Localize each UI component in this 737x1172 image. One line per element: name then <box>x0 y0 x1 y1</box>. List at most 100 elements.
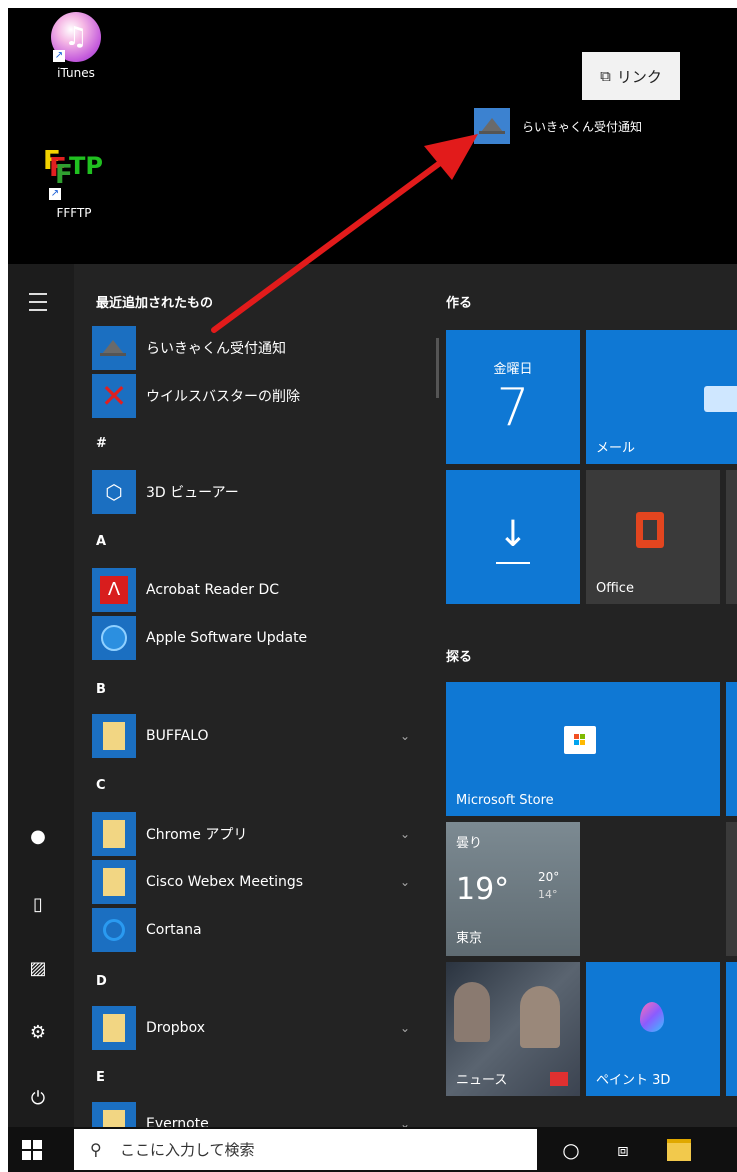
itunes-desktop-icon[interactable]: ♫ ↗ iTunes <box>36 12 116 80</box>
paint-drop-icon <box>640 1002 664 1032</box>
calendar-day: 金曜日 <box>493 362 533 377</box>
section-header[interactable]: D <box>96 974 107 989</box>
tile-group-label[interactable]: 作る <box>446 292 472 311</box>
windows-start-icon[interactable] <box>22 1140 42 1160</box>
folder-icon <box>92 714 136 758</box>
folder-icon <box>92 1102 136 1127</box>
search-box[interactable]: ⚲ ここに入力して検索 <box>74 1129 537 1170</box>
store-tile-label: Microsoft Store <box>456 793 554 808</box>
link-button[interactable]: ⧉ リンク <box>582 52 680 100</box>
store-bag-icon <box>564 726 596 754</box>
news-badge-icon <box>550 1072 568 1086</box>
weather-tile[interactable]: 曇り 19° 20° 14° 東京 <box>446 822 580 956</box>
dragged-shortcut-label: らいきゃくん受付通知 <box>522 119 643 134</box>
user-icon[interactable]: ● <box>22 820 54 852</box>
app-folder[interactable]: Evernote ⌄ <box>92 1102 432 1127</box>
app-item[interactable]: Apple Software Update <box>92 616 432 660</box>
power-icon[interactable]: ⏻ <box>22 1082 54 1114</box>
app-item[interactable]: Cortana <box>92 908 432 952</box>
calendar-date: 7 <box>496 378 530 438</box>
download-underline <box>496 562 530 564</box>
section-header[interactable]: C <box>96 778 106 793</box>
news-tile-label: ニュース <box>456 1073 508 1088</box>
cortana-circle-icon[interactable]: ○ <box>556 1135 586 1165</box>
app-label: Cortana <box>146 922 202 938</box>
app-item[interactable]: ᐱ Acrobat Reader DC <box>92 568 432 612</box>
tile-group-label[interactable]: 探る <box>446 646 472 665</box>
start-menu: ● ▯ ▨ ⚙ ⏻ 最近追加されたもの らいきゃくん受付通知 ✕ ウイルスバスタ… <box>8 264 737 1127</box>
weather-high: 20° <box>538 870 560 884</box>
weather-condition: 曇り <box>456 836 483 851</box>
tile-edge[interactable] <box>726 470 737 604</box>
search-placeholder: ここに入力して検索 <box>120 1141 255 1159</box>
start-rail: ● ▯ ▨ ⚙ ⏻ <box>8 264 74 1127</box>
x-icon: ✕ <box>92 374 136 418</box>
shortcut-arrow-icon: ↗ <box>49 188 61 200</box>
tile-edge[interactable] <box>726 822 737 956</box>
app-folder[interactable]: Chrome アプリ ⌄ <box>92 812 432 856</box>
hamburger-menu-icon[interactable] <box>22 286 54 318</box>
download-arrow-icon: ↓ <box>497 514 529 555</box>
mail-tile[interactable]: メール <box>586 330 737 464</box>
section-header[interactable]: A <box>96 534 106 549</box>
paint3d-tile-label: ペイント 3D <box>596 1073 671 1088</box>
search-icon: ⚲ <box>90 1140 102 1159</box>
calendar-tile[interactable]: 金曜日 7 <box>446 330 580 464</box>
recently-added-heading: 最近追加されたもの <box>96 296 214 311</box>
mail-envelope-icon <box>704 386 737 412</box>
folder-icon <box>92 860 136 904</box>
download-tile[interactable]: ↓ <box>446 470 580 604</box>
news-photo <box>454 982 490 1042</box>
settings-gear-icon[interactable]: ⚙ <box>22 1016 54 1048</box>
ffftp-desktop-icon[interactable]: F F F TP ↗ FFFTP <box>34 146 114 220</box>
folder-icon <box>92 1006 136 1050</box>
app-label: Chrome アプリ <box>146 827 248 843</box>
section-header[interactable]: E <box>96 1070 105 1085</box>
app-icon <box>474 108 510 144</box>
store-tile[interactable]: Microsoft Store <box>446 682 720 816</box>
app-label: Acrobat Reader DC <box>146 582 279 598</box>
news-photo <box>520 986 560 1048</box>
app-folder[interactable]: Cisco Webex Meetings ⌄ <box>92 860 432 904</box>
app-list: 最近追加されたもの らいきゃくん受付通知 ✕ ウイルスバスターの削除 # ⬡ 3… <box>74 264 436 1127</box>
office-tile-label: Office <box>596 581 634 596</box>
itunes-icon: ♫ ↗ <box>51 12 101 62</box>
ffftp-label: FFFTP <box>56 206 92 220</box>
chevron-down-icon: ⌄ <box>399 1117 410 1127</box>
app-icon <box>92 326 136 370</box>
cortana-icon <box>92 908 136 952</box>
app-label: BUFFALO <box>146 728 209 744</box>
app-label: Cisco Webex Meetings <box>146 874 304 890</box>
link-button-label: リンク <box>616 67 662 86</box>
document-icon[interactable]: ▯ <box>22 888 54 920</box>
app-folder[interactable]: BUFFALO ⌄ <box>92 714 432 758</box>
apple-update-icon <box>92 616 136 660</box>
link-icon: ⧉ <box>600 67 611 85</box>
weather-temp: 19° <box>456 872 510 907</box>
weather-city: 東京 <box>456 931 483 946</box>
shortcut-arrow-icon: ↗ <box>53 50 65 62</box>
app-item[interactable]: らいきゃくん受付通知 <box>92 326 432 370</box>
app-item[interactable]: ✕ ウイルスバスターの削除 <box>92 374 432 418</box>
taskbar: ⚲ ここに入力して検索 ○ ⧈ <box>8 1127 737 1172</box>
desktop: ♫ ↗ iTunes F F F TP ↗ FFFTP ⧉ リンク らいきゃくん受付通知 <box>8 8 737 264</box>
news-tile[interactable]: ニュース <box>446 962 580 1096</box>
app-list-scrollbar[interactable] <box>436 338 439 398</box>
section-header[interactable]: # <box>96 436 107 451</box>
task-view-icon[interactable]: ⧈ <box>608 1135 638 1165</box>
dragged-shortcut[interactable]: らいきゃくん受付通知 <box>474 108 642 144</box>
file-explorer-icon[interactable] <box>664 1135 694 1165</box>
chevron-down-icon: ⌄ <box>399 875 410 889</box>
office-tile[interactable]: Office <box>586 470 720 604</box>
office-logo-icon <box>636 512 664 548</box>
tile-edge[interactable] <box>726 682 737 816</box>
mail-tile-label: メール <box>596 441 636 456</box>
itunes-label: iTunes <box>57 66 95 80</box>
app-label: 3D ビューアー <box>146 485 239 501</box>
section-header[interactable]: B <box>96 682 106 697</box>
app-folder[interactable]: Dropbox ⌄ <box>92 1006 432 1050</box>
paint3d-tile[interactable]: ペイント 3D <box>586 962 720 1096</box>
tile-edge[interactable] <box>726 962 737 1096</box>
pictures-icon[interactable]: ▨ <box>22 952 54 984</box>
app-item[interactable]: ⬡ 3D ビューアー <box>92 470 432 514</box>
